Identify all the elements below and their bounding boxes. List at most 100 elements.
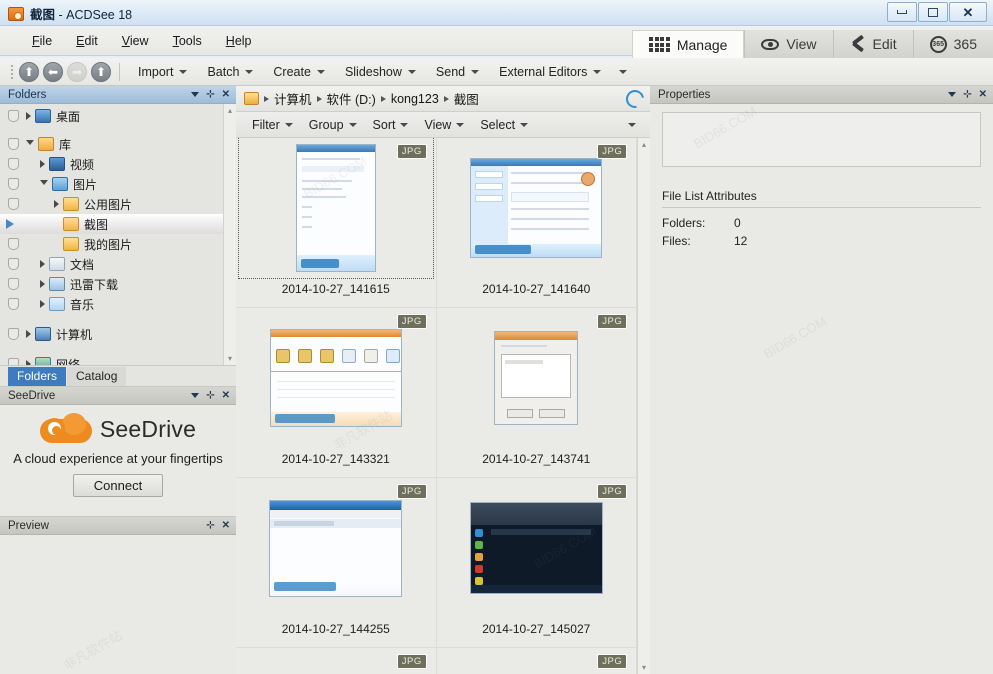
tree-item-desktop[interactable]: 桌面 bbox=[0, 106, 223, 126]
tree-item-documents[interactable]: 文档 bbox=[0, 254, 223, 274]
chevron-right-icon[interactable] bbox=[26, 360, 31, 365]
close-icon[interactable]: ✕ bbox=[979, 89, 987, 100]
thumbnail-image[interactable]: JPG bbox=[239, 648, 433, 674]
toolbar-create[interactable]: Create bbox=[263, 62, 335, 82]
folder-icon bbox=[63, 217, 79, 231]
toolbar-batch[interactable]: Batch bbox=[197, 62, 263, 82]
refresh-icon[interactable] bbox=[622, 85, 648, 112]
minimize-button[interactable] bbox=[887, 2, 917, 22]
chevron-down-icon[interactable] bbox=[191, 393, 200, 398]
pin-icon[interactable]: ⊹ bbox=[206, 390, 214, 401]
toolbar-overflow-button[interactable] bbox=[613, 67, 633, 77]
pin-icon[interactable]: ⊹ bbox=[206, 89, 214, 100]
group-dropdown[interactable]: Group bbox=[301, 116, 365, 134]
tab-catalog[interactable]: Catalog bbox=[67, 367, 127, 386]
thumbnail-cell[interactable]: JPG 2014-10-27_143321 bbox=[236, 308, 437, 478]
chevron-right-icon[interactable] bbox=[40, 260, 45, 268]
tab-view[interactable]: View bbox=[744, 30, 833, 58]
tree-item-screenshots[interactable]: 截图 bbox=[0, 214, 223, 234]
tree-item-public-pictures[interactable]: 公用图片 bbox=[0, 194, 223, 214]
menu-item-help[interactable]: Help bbox=[216, 30, 262, 52]
thumbnail-cell[interactable]: JPG 2014-10-27_144255 bbox=[236, 478, 437, 648]
back-button[interactable]: ⬅ bbox=[43, 61, 63, 82]
tree-item-computer[interactable]: 计算机 bbox=[0, 324, 223, 344]
thumbnail-image[interactable]: JPG bbox=[439, 138, 633, 278]
thumbnail-image[interactable]: JPG bbox=[439, 308, 633, 448]
close-icon[interactable]: ✕ bbox=[222, 390, 230, 401]
chevron-down-icon[interactable] bbox=[191, 92, 200, 97]
toolbar-send[interactable]: Send bbox=[426, 62, 489, 82]
maximize-button[interactable] bbox=[918, 2, 948, 22]
scroll-up-icon[interactable]: ▴ bbox=[228, 104, 232, 117]
seedrive-panel-header-icons: ⊹ ✕ bbox=[191, 390, 230, 401]
toolbar-slideshow[interactable]: Slideshow bbox=[335, 62, 426, 82]
breadcrumb-segment-drive[interactable]: 软件 (D:) bbox=[327, 89, 376, 108]
chevron-down-icon[interactable] bbox=[948, 92, 957, 97]
tab-manage[interactable]: Manage bbox=[632, 30, 745, 58]
chevron-down-icon[interactable] bbox=[26, 139, 34, 149]
thumbnail-cell[interactable]: JPG 2014-10-27_141640 bbox=[436, 138, 637, 308]
thumbnail-cell[interactable]: JPG bbox=[437, 648, 637, 674]
chevron-right-icon[interactable] bbox=[54, 200, 59, 208]
scroll-up-icon[interactable]: ▴ bbox=[642, 138, 646, 151]
breadcrumb-segment-computer[interactable]: 计算机 bbox=[274, 89, 312, 108]
sort-dropdown[interactable]: Sort bbox=[365, 116, 417, 134]
thumbnail-cell[interactable]: JPG 2014-10-27_143741 bbox=[436, 308, 637, 478]
thumbnail-scrollbar[interactable]: ▴ ▾ bbox=[637, 138, 650, 674]
thumbnail-cell[interactable]: JPG 2014-10-27_145027 bbox=[436, 478, 637, 648]
tree-item-thunder-downloads[interactable]: 迅雷下载 bbox=[0, 274, 223, 294]
left-panel-column: Folders ⊹ ✕ 桌面 库 视频 图片 公用图片 截图 我的图片 文档 迅… bbox=[0, 86, 236, 674]
folder-tree-scrollbar[interactable]: ▴ ▾ bbox=[223, 104, 236, 365]
filter-dropdown[interactable]: Filter bbox=[244, 116, 301, 134]
tab-folders[interactable]: Folders bbox=[8, 367, 67, 386]
pin-icon[interactable]: ⊹ bbox=[963, 89, 971, 100]
breadcrumb-segment-kong123[interactable]: kong123 bbox=[391, 92, 439, 106]
menu-item-edit[interactable]: Edit bbox=[66, 30, 108, 52]
shield-icon bbox=[8, 198, 19, 210]
thumbnail-image[interactable]: JPG bbox=[237, 138, 434, 279]
view-dropdown[interactable]: View bbox=[416, 116, 472, 134]
thumbnail-image[interactable]: JPG bbox=[239, 478, 433, 618]
chevron-right-icon[interactable] bbox=[26, 112, 31, 120]
thumbnail-image[interactable]: JPG bbox=[239, 308, 433, 448]
thumbnail-image[interactable]: JPG bbox=[439, 648, 633, 674]
menu-item-tools[interactable]: Tools bbox=[163, 30, 212, 52]
menu-item-file[interactable]: File bbox=[22, 30, 62, 52]
acdsee-window: 截图 - ACDSee 18 ✕ File Edit View Tools He… bbox=[0, 0, 993, 674]
tab-365[interactable]: 365 365 bbox=[912, 30, 993, 58]
toolbar-grip[interactable] bbox=[8, 63, 15, 81]
connect-button[interactable]: Connect bbox=[72, 474, 164, 497]
scroll-down-icon[interactable]: ▾ bbox=[642, 661, 646, 674]
breadcrumb-segment-current[interactable]: 截图 bbox=[454, 89, 479, 108]
thumbnail-image[interactable]: JPG bbox=[439, 478, 633, 618]
close-icon[interactable]: ✕ bbox=[222, 520, 230, 531]
tree-item-videos[interactable]: 视频 bbox=[0, 154, 223, 174]
pin-icon[interactable]: ⊹ bbox=[206, 520, 214, 531]
tree-item-library[interactable]: 库 bbox=[0, 134, 223, 154]
close-button[interactable]: ✕ bbox=[949, 2, 987, 22]
menu-item-view[interactable]: View bbox=[112, 30, 159, 52]
toolbar-external-editors[interactable]: External Editors bbox=[489, 62, 611, 82]
scroll-down-icon[interactable]: ▾ bbox=[228, 352, 232, 365]
select-dropdown[interactable]: Select bbox=[472, 116, 536, 134]
chevron-right-icon[interactable] bbox=[26, 330, 31, 338]
tree-item-label: 截图 bbox=[84, 217, 109, 232]
chevron-down-icon[interactable] bbox=[40, 179, 48, 189]
thumbnail-cell[interactable]: JPG 2014-10-27_141615 bbox=[236, 138, 437, 308]
chevron-right-icon[interactable] bbox=[40, 160, 45, 168]
toolbar-import[interactable]: Import bbox=[128, 62, 197, 82]
tab-edit[interactable]: Edit bbox=[832, 30, 913, 58]
chevron-right-icon[interactable] bbox=[40, 300, 45, 308]
tree-item-network[interactable]: 网络 bbox=[0, 354, 223, 365]
tree-item-music[interactable]: 音乐 bbox=[0, 294, 223, 314]
file-list-toolbar-overflow[interactable] bbox=[620, 121, 644, 129]
tree-item-my-pictures[interactable]: 我的图片 bbox=[0, 234, 223, 254]
thumbnail-cell[interactable]: JPG bbox=[236, 648, 437, 674]
chevron-right-icon[interactable] bbox=[40, 280, 45, 288]
thumbnail-preview bbox=[270, 500, 402, 596]
home-button[interactable]: ⬆ bbox=[19, 61, 39, 82]
up-button[interactable]: ⬆ bbox=[91, 61, 111, 82]
close-icon[interactable]: ✕ bbox=[222, 89, 230, 100]
tree-item-pictures[interactable]: 图片 bbox=[0, 174, 223, 194]
menu-label-edit: dit bbox=[84, 33, 98, 48]
